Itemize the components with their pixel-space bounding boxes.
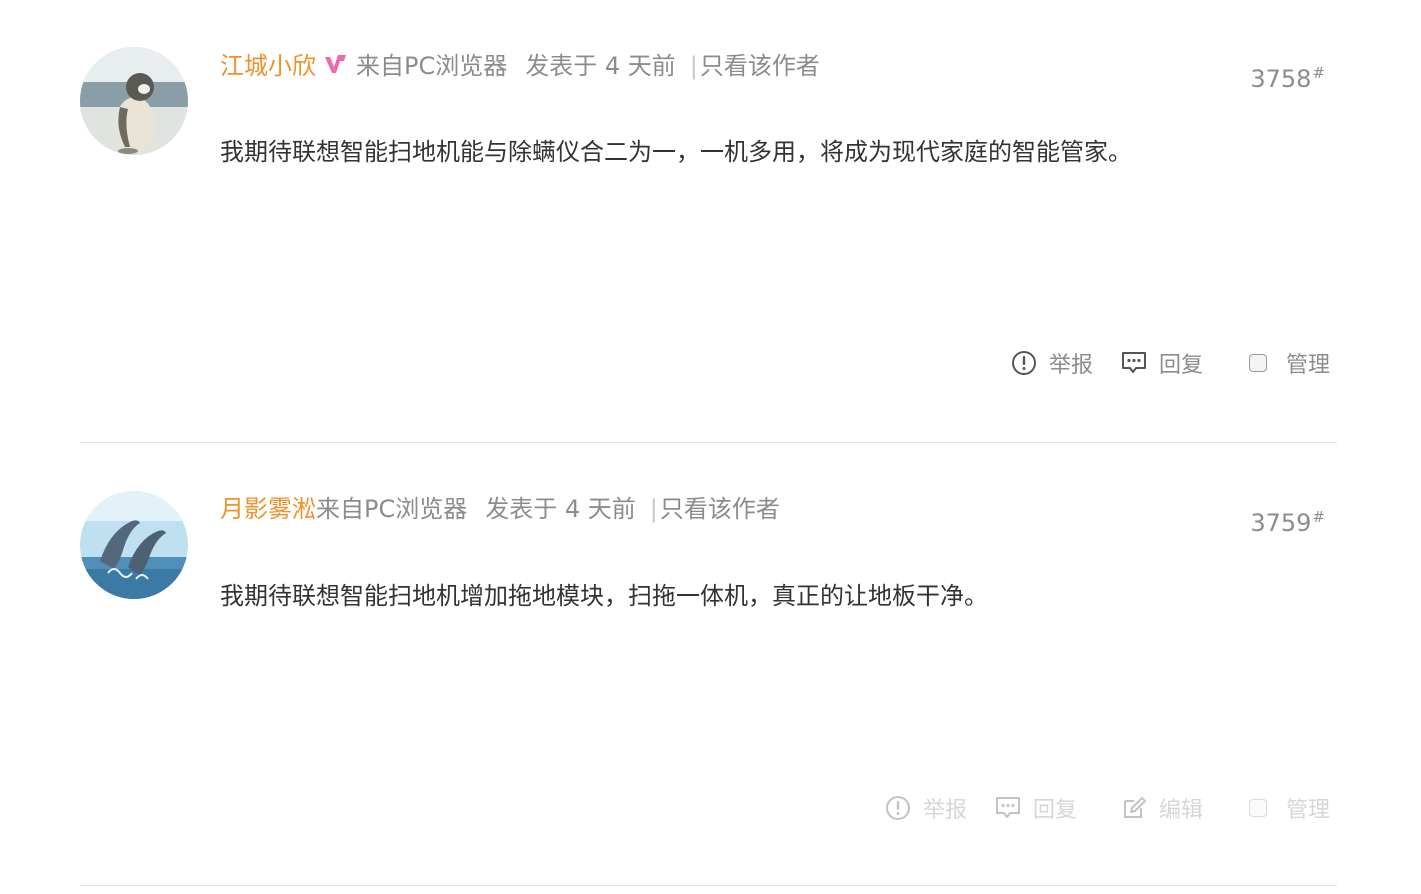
user-avatar[interactable]	[80, 47, 188, 155]
manage-checkbox[interactable]: 管理	[1247, 347, 1330, 379]
manage-label: 管理	[1285, 353, 1330, 378]
floor-number-value: 3758	[1250, 65, 1312, 93]
report-icon	[885, 796, 910, 820]
penguin-avatar-icon	[80, 47, 188, 155]
report-label: 举报	[1048, 353, 1093, 378]
reply-label: 回复	[1032, 798, 1077, 823]
author-only-link[interactable]: 只看该作者	[660, 495, 780, 523]
report-button[interactable]: 举报	[1011, 347, 1093, 379]
reply-icon	[1121, 352, 1146, 373]
post-meta: 江城小欣 来自PC浏览器 发表于 4 天前 |只看该作者	[220, 49, 820, 83]
manage-label: 管理	[1285, 798, 1330, 823]
username[interactable]: 江城小欣	[220, 52, 316, 80]
report-icon	[1011, 351, 1036, 375]
report-label: 举报	[922, 798, 967, 823]
post-time: 发表于 4 天前	[525, 52, 676, 80]
reply-button[interactable]: 回复	[1121, 347, 1203, 379]
post-meta: 月影雾淞来自PC浏览器 发表于 4 天前 |只看该作者	[220, 492, 780, 526]
meta-separator: |	[649, 495, 658, 523]
post-actions: 举报 回复 管理	[1011, 347, 1330, 379]
user-avatar[interactable]	[80, 491, 188, 599]
reply-label: 回复	[1158, 353, 1203, 378]
report-button[interactable]: 举报	[885, 792, 967, 824]
post-source: 来自PC浏览器	[356, 52, 508, 80]
post-source: 来自PC浏览器	[316, 495, 468, 523]
reply-icon	[995, 797, 1020, 818]
manage-checkbox[interactable]: 管理	[1247, 792, 1330, 824]
reply-button[interactable]: 回复	[995, 792, 1077, 824]
post-item: 月影雾淞来自PC浏览器 发表于 4 天前 |只看该作者 3759# 我期待联想智能扫…	[80, 443, 1337, 886]
floor-mark: #	[1312, 64, 1325, 82]
floor-mark: #	[1312, 508, 1325, 526]
floor-number-value: 3759	[1250, 509, 1312, 537]
floor-number[interactable]: 3758#	[1250, 64, 1325, 93]
vip-badge-icon	[325, 55, 346, 73]
dolphins-avatar-icon	[80, 491, 188, 599]
edit-icon	[1123, 797, 1146, 818]
post-actions: 举报 回复 编辑 管理	[885, 792, 1330, 824]
post-item: 江城小欣 来自PC浏览器 发表于 4 天前 |只看该作者 3758# 我期待联想智能扫…	[80, 0, 1337, 443]
checkbox-icon[interactable]	[1248, 799, 1267, 817]
post-time: 发表于 4 天前	[485, 495, 636, 523]
edit-button[interactable]: 编辑	[1121, 792, 1203, 824]
meta-separator: |	[689, 52, 698, 80]
post-divider	[80, 885, 1337, 886]
post-content: 我期待联想智能扫地机增加拖地模块，扫拖一体机，真正的让地板干净。	[220, 582, 988, 610]
edit-label: 编辑	[1158, 798, 1203, 823]
post-content: 我期待联想智能扫地机能与除螨仪合二为一，一机多用，将成为现代家庭的智能管家。	[220, 138, 1132, 166]
username[interactable]: 月影雾淞	[220, 495, 316, 523]
floor-number[interactable]: 3759#	[1250, 508, 1325, 537]
checkbox-icon[interactable]	[1248, 354, 1267, 372]
author-only-link[interactable]: 只看该作者	[700, 52, 820, 80]
